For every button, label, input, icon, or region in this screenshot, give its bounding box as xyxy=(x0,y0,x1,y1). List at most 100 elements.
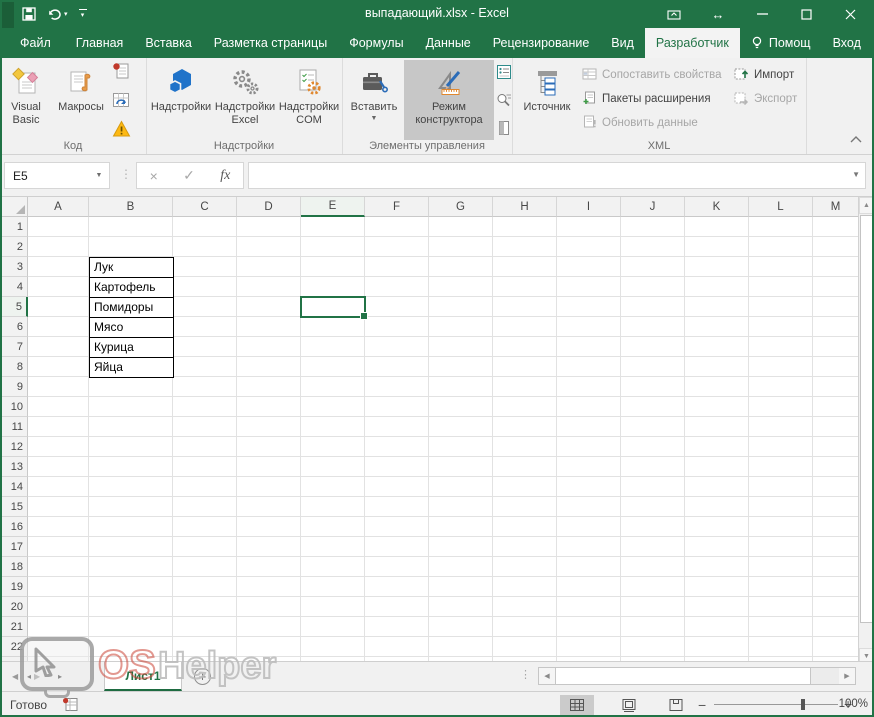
close-button[interactable] xyxy=(828,0,872,28)
select-all-corner[interactable] xyxy=(0,197,28,217)
column-header-E[interactable]: E xyxy=(301,197,365,217)
row-header-1[interactable]: 1 xyxy=(0,217,28,237)
row-header-13[interactable]: 13 xyxy=(0,457,28,477)
macros-button[interactable]: Макросы xyxy=(52,60,110,140)
vertical-scrollbar[interactable]: ▲ ▼ xyxy=(858,197,874,665)
cell-B5[interactable]: Помидоры xyxy=(90,298,173,318)
row-header-7[interactable]: 7 xyxy=(0,337,28,357)
formula-bar-expand-caret[interactable]: ▼ xyxy=(852,170,860,179)
zoom-slider-thumb[interactable] xyxy=(801,699,805,710)
scroll-up-icon[interactable]: ▲ xyxy=(859,197,874,214)
view-normal-button[interactable] xyxy=(560,695,594,715)
row-header-18[interactable]: 18 xyxy=(0,557,28,577)
column-header-L[interactable]: L xyxy=(749,197,813,217)
zoom-slider-track[interactable] xyxy=(714,704,838,705)
row-header-11[interactable]: 11 xyxy=(0,417,28,437)
column-header-J[interactable]: J xyxy=(621,197,685,217)
column-header-F[interactable]: F xyxy=(365,197,429,217)
import-item[interactable]: Импорт xyxy=(734,64,794,86)
tab-file[interactable]: Файл xyxy=(6,28,65,58)
scroll-right-icon[interactable]: ▶ xyxy=(839,668,855,684)
tab-view[interactable]: Вид xyxy=(600,28,645,58)
tab-formulas[interactable]: Формулы xyxy=(338,28,414,58)
cancel-icon[interactable]: × xyxy=(150,168,158,184)
visual-basic-button[interactable]: Visual Basic xyxy=(2,60,50,140)
fill-handle[interactable] xyxy=(360,312,368,320)
tab-developer[interactable]: Разработчик xyxy=(645,28,740,58)
collapse-ribbon-icon[interactable] xyxy=(850,130,862,148)
ribbon-display-options-icon[interactable] xyxy=(652,0,696,28)
column-header-I[interactable]: I xyxy=(557,197,621,217)
view-page-break-button[interactable] xyxy=(659,695,693,715)
insert-function-icon[interactable]: fx xyxy=(220,168,230,184)
tab-bar-splitter[interactable]: ⋮ xyxy=(520,668,531,681)
undo-button[interactable]: ▾ xyxy=(47,8,68,20)
source-button[interactable]: Источник xyxy=(516,60,578,140)
row-header-17[interactable]: 17 xyxy=(0,537,28,557)
row-header-20[interactable]: 20 xyxy=(0,597,28,617)
column-header-A[interactable]: A xyxy=(28,197,89,217)
sheet-nav-left-icon[interactable]: ◀ xyxy=(12,672,18,681)
column-header-G[interactable]: G xyxy=(429,197,493,217)
run-dialog-icon[interactable] xyxy=(496,120,512,141)
row-header-4[interactable]: 4 xyxy=(0,277,28,297)
row-header-14[interactable]: 14 xyxy=(0,477,28,497)
horizontal-scroll-track[interactable] xyxy=(811,668,839,684)
addins-button[interactable]: Надстройки xyxy=(150,60,212,140)
row-header-8[interactable]: 8 xyxy=(0,357,28,377)
column-header-H[interactable]: H xyxy=(493,197,557,217)
enter-icon[interactable]: ✓ xyxy=(183,167,195,184)
row-header-21[interactable]: 21 xyxy=(0,617,28,637)
vertical-scroll-thumb[interactable] xyxy=(860,215,873,623)
data-range-B3-B8[interactable]: ЛукКартофельПомидорыМясоКурицаЯйца xyxy=(89,257,174,378)
tab-help[interactable]: Помощ xyxy=(740,28,822,58)
cell-B3[interactable]: Лук xyxy=(90,258,173,278)
sheet-grid[interactable]: ABCDEFGHIJKLM123456789101112131415161718… xyxy=(0,197,858,661)
insert-controls-button[interactable]: Вставить ▼ xyxy=(346,60,402,140)
column-header-D[interactable]: D xyxy=(237,197,301,217)
minimize-button[interactable] xyxy=(740,0,784,28)
row-header-3[interactable]: 3 xyxy=(0,257,28,277)
row-header-5[interactable]: 5 xyxy=(0,297,28,317)
row-header-9[interactable]: 9 xyxy=(0,377,28,397)
row-header-16[interactable]: 16 xyxy=(0,517,28,537)
customize-qat-button[interactable]: ▾ xyxy=(79,9,87,19)
sheet-tab-list1[interactable]: Лист1 xyxy=(104,662,182,691)
formula-bar-handle[interactable]: ⋮ xyxy=(120,167,132,181)
record-macro-status-icon[interactable] xyxy=(62,697,78,715)
zoom-out-button[interactable]: − xyxy=(698,697,706,713)
save-icon[interactable] xyxy=(22,7,36,21)
column-header-M[interactable]: M xyxy=(813,197,858,217)
cell-B7[interactable]: Курица xyxy=(90,338,173,358)
column-header-K[interactable]: K xyxy=(685,197,749,217)
tab-sign-in[interactable]: Вход xyxy=(822,28,872,58)
tab-review[interactable]: Рецензирование xyxy=(482,28,601,58)
properties-icon[interactable] xyxy=(496,64,512,85)
view-code-icon[interactable] xyxy=(496,92,512,113)
name-box-caret[interactable]: ▼ xyxy=(89,172,109,179)
tab-insert[interactable]: Вставка xyxy=(134,28,202,58)
undo-dropdown-caret[interactable]: ▾ xyxy=(64,11,68,18)
design-mode-button[interactable]: Режим конструктора xyxy=(404,60,494,140)
column-header-C[interactable]: C xyxy=(173,197,237,217)
column-header-B[interactable]: B xyxy=(89,197,173,217)
excel-addins-button[interactable]: Надстройки Excel xyxy=(214,60,276,140)
tab-data[interactable]: Данные xyxy=(415,28,482,58)
row-header-15[interactable]: 15 xyxy=(0,497,28,517)
tab-page-layout[interactable]: Разметка страницы xyxy=(203,28,338,58)
expansion-packs-item[interactable]: Пакеты расширения xyxy=(582,88,711,110)
horizontal-scrollbar[interactable]: ◀ ▶ xyxy=(538,667,856,685)
zoom-level[interactable]: 100% xyxy=(839,698,868,710)
cell-B4[interactable]: Картофель xyxy=(90,278,173,298)
com-addins-button[interactable]: Надстройки COM xyxy=(278,60,340,140)
formula-input[interactable] xyxy=(248,162,866,189)
record-macro-icon[interactable] xyxy=(112,62,131,85)
selected-cell-E5[interactable] xyxy=(300,296,366,318)
tab-home[interactable]: Главная xyxy=(65,28,135,58)
row-header-10[interactable]: 10 xyxy=(0,397,28,417)
horizontal-scroll-thumb[interactable] xyxy=(555,668,811,684)
row-header-12[interactable]: 12 xyxy=(0,437,28,457)
scroll-left-icon[interactable]: ◀ xyxy=(539,668,555,684)
cell-B8[interactable]: Яйца xyxy=(90,358,173,378)
relative-references-icon[interactable] xyxy=(112,91,131,114)
